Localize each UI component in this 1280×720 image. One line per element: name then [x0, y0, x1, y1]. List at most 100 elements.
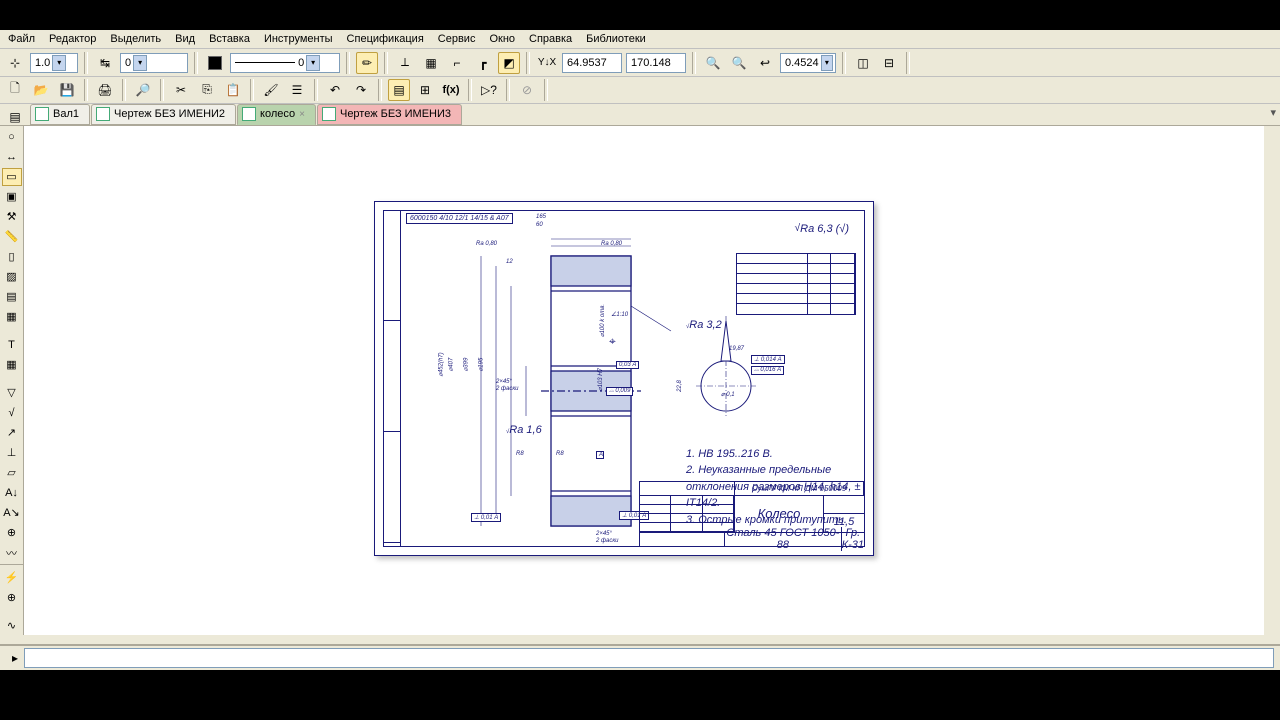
- param-button[interactable]: ⚒: [2, 208, 22, 226]
- tree-toggle-button[interactable]: ▤: [4, 106, 26, 128]
- manager-button[interactable]: ▤: [388, 79, 410, 101]
- props-button[interactable]: ☰: [286, 79, 308, 101]
- arrow-button[interactable]: A↘: [2, 504, 22, 522]
- leader-button[interactable]: ↗: [2, 424, 22, 442]
- menu-file[interactable]: Файл: [8, 33, 35, 45]
- redo-button[interactable]: ↷: [350, 79, 372, 101]
- document-tab-3[interactable]: Чертеж БЕЗ ИМЕНИ3: [317, 104, 462, 125]
- close-icon[interactable]: ×: [299, 109, 305, 120]
- ortho-mode-button[interactable]: ┏: [472, 52, 494, 74]
- document-tabs: ▤ Вал1 Чертеж БЕЗ ИМЕНИ2 колесо × Чертеж БЕЗ…: [0, 104, 1280, 126]
- menu-help[interactable]: Справка: [529, 33, 572, 45]
- auto-axis-button[interactable]: ⚡: [2, 569, 22, 587]
- lcsk-button[interactable]: ⌐: [446, 52, 468, 74]
- coord-x[interactable]: 64.9537: [562, 53, 622, 73]
- origin-button[interactable]: ⊕: [2, 589, 22, 607]
- tolerance-button[interactable]: ⊥: [2, 444, 22, 462]
- table-button[interactable]: ▦: [2, 356, 22, 374]
- spec-table: [736, 253, 856, 315]
- doc-icon: [322, 107, 336, 121]
- surface-finish: √Ra 6,3 (√): [795, 223, 849, 235]
- tab-label: Чертеж БЕЗ ИМЕНИ3: [340, 108, 451, 120]
- tab-label: Чертеж БЕЗ ИМЕНИ2: [114, 108, 225, 120]
- rough-button[interactable]: √: [2, 404, 22, 422]
- snap-button[interactable]: ⊹: [4, 52, 26, 74]
- open-button[interactable]: 📂: [30, 79, 52, 101]
- center-button[interactable]: ⊕: [2, 524, 22, 542]
- text-button[interactable]: T: [2, 336, 22, 354]
- toolbar-1: ⊹ 1.0▾ ↹ 0▾ 0▾ ✏ ⟂ ▦ ⌐ ┏ ◩ Y↓X 64.9537 1…: [0, 49, 1280, 76]
- zoom-combo[interactable]: 0.4524▾: [780, 53, 836, 73]
- curve-button[interactable]: ∿: [2, 617, 22, 635]
- zoom-in-button[interactable]: 🔍: [702, 52, 724, 74]
- spec-button[interactable]: ▤: [2, 288, 22, 306]
- eraser-button[interactable]: ✏: [356, 52, 378, 74]
- menu-select[interactable]: Выделить: [110, 33, 161, 45]
- cut-button[interactable]: ✂: [170, 79, 192, 101]
- document-tab-1[interactable]: Чертеж БЕЗ ИМЕНИ2: [91, 104, 236, 125]
- split-h-button[interactable]: ⊟: [878, 52, 900, 74]
- step-button[interactable]: ↹: [94, 52, 116, 74]
- command-input[interactable]: [24, 648, 1274, 668]
- document-tab-2[interactable]: колесо ×: [237, 104, 316, 125]
- select-button[interactable]: ▯: [2, 248, 22, 266]
- document-tab-0[interactable]: Вал1: [30, 104, 90, 125]
- zoom-prev-button[interactable]: ↩: [754, 52, 776, 74]
- base-button[interactable]: ▽: [2, 384, 22, 402]
- doc-icon: [242, 107, 256, 121]
- notation-button[interactable]: ▭: [2, 168, 22, 186]
- dim-button[interactable]: ↔: [2, 148, 22, 166]
- datum-button[interactable]: ▱: [2, 464, 22, 482]
- paste-button[interactable]: 📋: [222, 79, 244, 101]
- linestyle-combo[interactable]: 0▾: [230, 53, 340, 73]
- edit-button[interactable]: ▣: [2, 188, 22, 206]
- menu-window[interactable]: Окно: [489, 33, 515, 45]
- split-v-button[interactable]: ◫: [852, 52, 874, 74]
- coord-y[interactable]: 170.148: [626, 53, 686, 73]
- doc-icon: [35, 107, 49, 121]
- geom-button[interactable]: ○: [2, 128, 22, 146]
- menu-bar: Файл Редактор Выделить Вид Вставка Инстр…: [0, 30, 1280, 49]
- new-button[interactable]: 🗋: [4, 79, 26, 101]
- save-button[interactable]: 💾: [56, 79, 78, 101]
- gost-label: 6000150 4/10 12/1 14/15 & A07: [406, 213, 513, 224]
- layer-combo[interactable]: 0▾: [120, 53, 188, 73]
- left-toolbox: ○ ↔ ▭ ▣ ⚒ 📏 ▯ ▨ ▤ ▦ T ▦ ▽ √ ↗ ⊥ ▱ A↓ A↘ …: [0, 126, 24, 635]
- work-area: ○ ↔ ▭ ▣ ⚒ 📏 ▯ ▨ ▤ ▦ T ▦ ▽ √ ↗ ⊥ ▱ A↓ A↘ …: [0, 126, 1280, 635]
- tabs-more-button[interactable]: ▾: [1270, 106, 1276, 119]
- color-button[interactable]: [204, 52, 226, 74]
- status-icon[interactable]: ▸: [6, 649, 24, 667]
- doc-icon: [96, 107, 110, 121]
- grid-button[interactable]: ▦: [420, 52, 442, 74]
- fx-button[interactable]: f(x): [440, 79, 462, 101]
- menu-tools[interactable]: Инструменты: [264, 33, 333, 45]
- menu-spec[interactable]: Спецификация: [347, 33, 424, 45]
- tab-label: колесо: [260, 108, 295, 120]
- menu-view[interactable]: Вид: [175, 33, 195, 45]
- print-button[interactable]: 🖨: [94, 79, 116, 101]
- wave-button[interactable]: 〰: [2, 544, 22, 562]
- hatch-button[interactable]: ▨: [2, 268, 22, 286]
- drawing-sheet: 6000150 4/10 12/1 14/15 & A07 √Ra 6,3 (√…: [374, 201, 874, 556]
- drawing-canvas[interactable]: 6000150 4/10 12/1 14/15 & A07 √Ra 6,3 (√…: [24, 126, 1280, 635]
- measure-button[interactable]: 📏: [2, 228, 22, 246]
- scale-combo[interactable]: 1.0▾: [30, 53, 78, 73]
- line-mark-button[interactable]: A↓: [2, 484, 22, 502]
- toolbar-2: 🗋 📂 💾 🖨 🔎 ✂ ⎘ 📋 🖌 ☰ ↶ ↷ ▤ ⊞ f(x) ▷? ⊘: [0, 77, 1280, 104]
- help-cursor-button[interactable]: ▷?: [478, 79, 500, 101]
- preview-button[interactable]: 🔎: [132, 79, 154, 101]
- round-button[interactable]: ◩: [498, 52, 520, 74]
- ortho-button[interactable]: ⟂: [394, 52, 416, 74]
- menu-insert[interactable]: Вставка: [209, 33, 250, 45]
- vars-button[interactable]: ⊞: [414, 79, 436, 101]
- menu-edit[interactable]: Редактор: [49, 33, 96, 45]
- format-button[interactable]: 🖌: [260, 79, 282, 101]
- zoom-window-button[interactable]: 🔍: [728, 52, 750, 74]
- stop-button[interactable]: ⊘: [516, 79, 538, 101]
- undo-button[interactable]: ↶: [324, 79, 346, 101]
- menu-service[interactable]: Сервис: [438, 33, 476, 45]
- menu-libs[interactable]: Библиотеки: [586, 33, 646, 45]
- copy-button[interactable]: ⎘: [196, 79, 218, 101]
- reports-button[interactable]: ▦: [2, 308, 22, 326]
- vertical-scrollbar[interactable]: [1264, 126, 1280, 635]
